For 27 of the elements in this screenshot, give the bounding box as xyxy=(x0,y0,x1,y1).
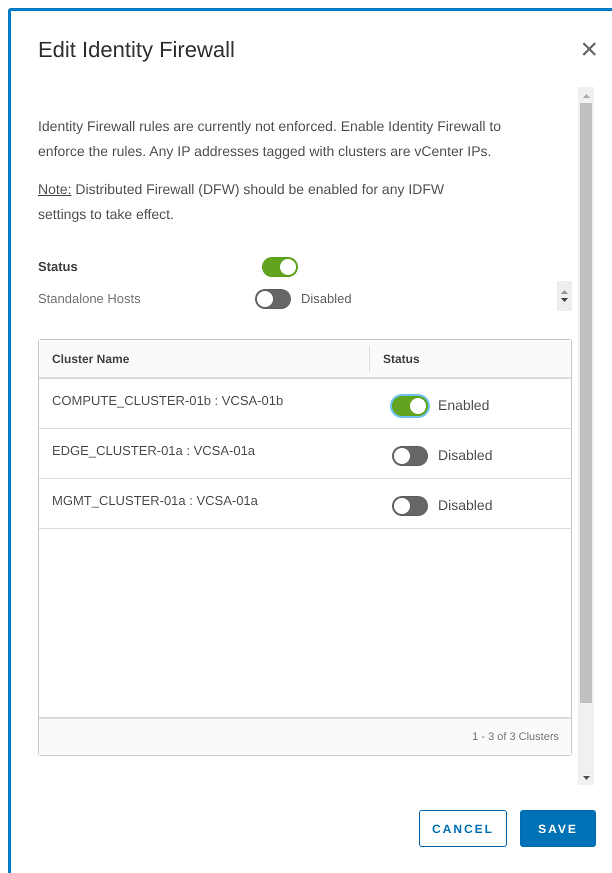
status-label: Status xyxy=(38,258,79,276)
toggle-state-text: Disabled xyxy=(438,446,492,465)
note-text: Note: Distributed Firewall (DFW) should be enabled for any IDFW settings to take effect. xyxy=(38,180,446,224)
standalone-hosts-label: Standalone Hosts xyxy=(38,290,142,308)
toggle-state-text: Disabled xyxy=(438,496,492,515)
toggle-state-text: Enabled xyxy=(438,396,490,415)
down-arrow-icon[interactable] xyxy=(561,298,568,302)
table-cell-text: MGMT_CLUSTER-01a : VCSA-01a xyxy=(51,492,259,510)
column-header: Cluster Name xyxy=(51,350,130,368)
table-cell-text: COMPUTE_CLUSTER-01b : VCSA-01b xyxy=(51,392,284,410)
dialog-title: Edit Identity Firewall xyxy=(38,36,235,64)
scrollbar[interactable] xyxy=(578,87,594,785)
toggle-switch[interactable] xyxy=(392,446,428,466)
close-button[interactable]: × xyxy=(580,35,598,65)
save-button[interactable]: SAVE xyxy=(520,810,596,847)
table-cell-text: EDGE_CLUSTER-01a : VCSA-01a xyxy=(51,442,256,460)
toggle-switch[interactable] xyxy=(392,496,428,516)
toggle-switch[interactable] xyxy=(392,396,428,416)
pagination-text: 1 - 3 of 3 Clusters xyxy=(472,730,559,745)
toggle-switch[interactable] xyxy=(262,257,298,277)
down-arrow-icon[interactable] xyxy=(582,776,590,780)
toggle-state-text: Disabled xyxy=(301,290,352,308)
spinner-control[interactable] xyxy=(557,281,572,311)
intro-text: Identity Firewall rules are currently not enforced. Enable Identity Firewall to enforce the rules. Any IP addresses tagged with clusters are vCenter IPs. xyxy=(38,117,502,161)
column-header: Status xyxy=(382,350,420,368)
cancel-button[interactable]: CANCEL xyxy=(419,810,507,847)
toggle-switch[interactable] xyxy=(255,289,291,309)
